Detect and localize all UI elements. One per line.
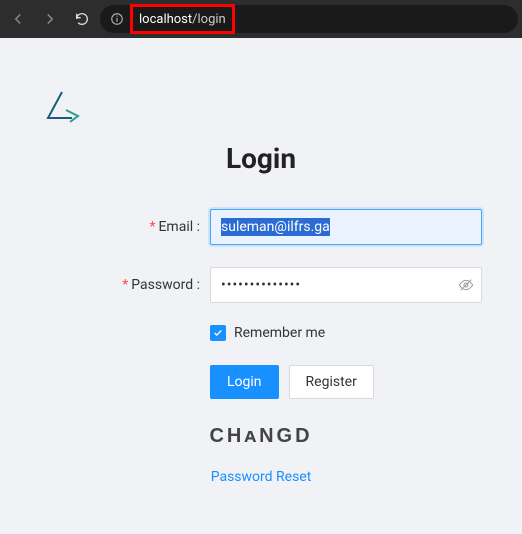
reload-button[interactable] xyxy=(68,5,96,33)
address-bar[interactable]: localhost/login xyxy=(100,5,518,33)
url-highlight: localhost/login xyxy=(130,4,235,34)
logo-icon xyxy=(40,88,84,128)
page-title: Login xyxy=(40,142,482,175)
back-button[interactable] xyxy=(4,5,32,33)
browser-toolbar: localhost/login xyxy=(0,0,522,38)
password-reset-link[interactable]: Password Reset xyxy=(211,469,312,485)
reload-icon xyxy=(74,11,90,27)
login-button[interactable]: Login xyxy=(210,365,279,399)
eye-off-icon xyxy=(458,277,474,293)
password-field[interactable]: •••••••••••••• xyxy=(210,267,482,303)
password-row: *Password : •••••••••••••• xyxy=(40,267,482,303)
email-label: *Email : xyxy=(40,219,210,235)
button-row: Login Register xyxy=(210,365,482,399)
register-button[interactable]: Register xyxy=(289,365,374,399)
remember-checkbox[interactable] xyxy=(210,325,226,341)
arrow-right-icon xyxy=(41,10,59,28)
email-field[interactable]: suleman@ilfrs.ga xyxy=(210,209,482,245)
password-value: •••••••••••••• xyxy=(221,277,301,293)
email-value: suleman@ilfrs.ga xyxy=(221,218,330,236)
toggle-password-visibility[interactable] xyxy=(458,277,474,293)
check-icon xyxy=(213,328,223,338)
url-text: localhost/login xyxy=(139,12,226,27)
remember-row: Remember me xyxy=(210,325,482,341)
email-row: *Email : suleman@ilfrs.ga xyxy=(40,209,482,245)
login-page: Login *Email : suleman@ilfrs.ga *Passwor… xyxy=(0,38,522,485)
password-label: *Password : xyxy=(40,277,210,293)
remember-label: Remember me xyxy=(234,325,325,341)
app-logo xyxy=(40,88,482,128)
arrow-left-icon xyxy=(9,10,27,28)
info-icon xyxy=(110,12,124,26)
forward-button[interactable] xyxy=(36,5,64,33)
brand-text: CHᴀNGD xyxy=(40,425,482,448)
